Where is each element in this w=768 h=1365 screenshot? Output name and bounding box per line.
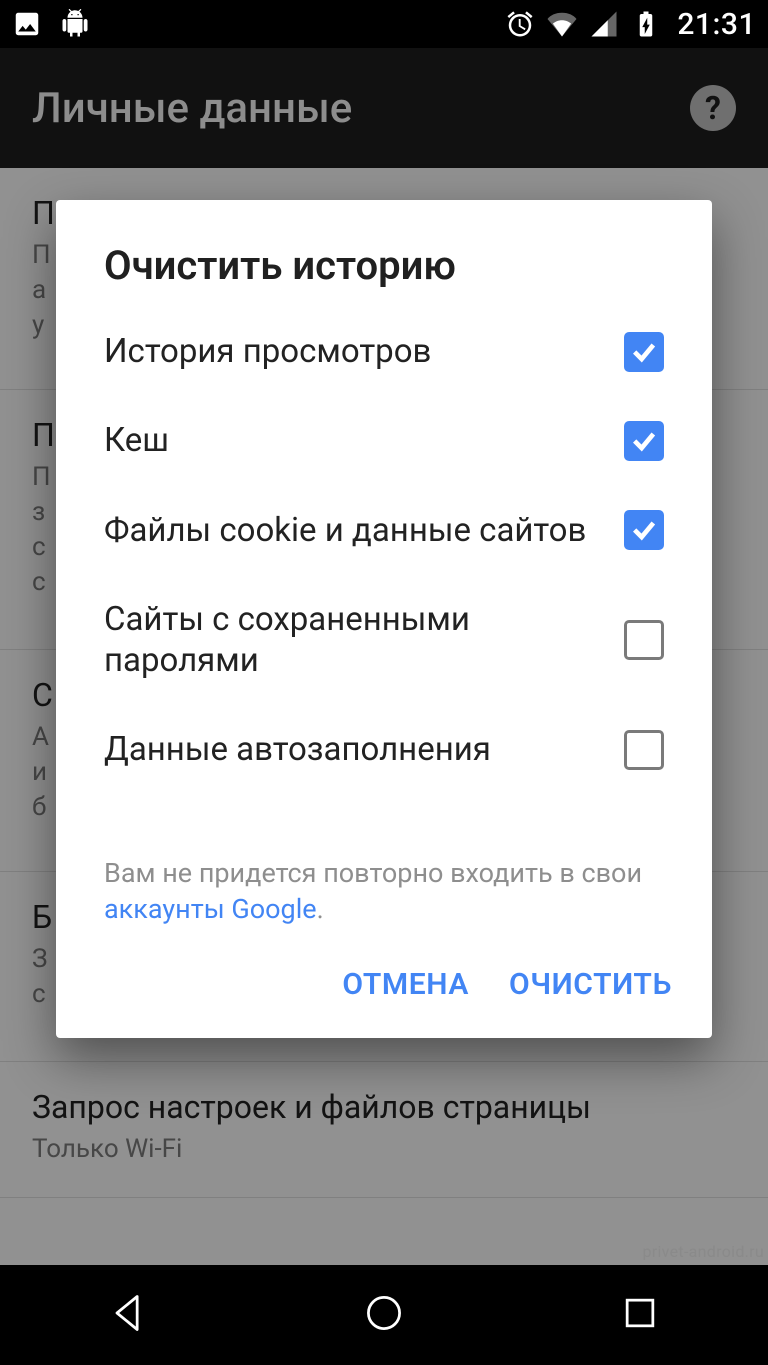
option-browsing-history[interactable]: История просмотров (104, 307, 664, 396)
android-icon (60, 9, 90, 39)
option-label: Сайты с сохраненными паролями (104, 599, 600, 682)
wifi-icon (547, 9, 577, 39)
recent-apps-button[interactable] (618, 1291, 662, 1339)
clear-history-dialog: Очистить историю История просмотров Кеш … (56, 200, 712, 1038)
image-icon (12, 9, 42, 39)
cancel-button[interactable]: ОТМЕНА (342, 967, 469, 1002)
app-bar: Личные данные ? (0, 48, 768, 168)
status-time: 21:31 (677, 7, 756, 42)
help-button[interactable]: ? (690, 85, 736, 131)
dialog-footer-text: Вам не придется повторно входить в свои … (56, 795, 712, 940)
cellular-icon (589, 9, 619, 39)
help-icon: ? (690, 85, 736, 131)
battery-charging-icon (631, 9, 661, 39)
status-bar: 21:31 (0, 0, 768, 48)
option-cookies[interactable]: Файлы cookie и данные сайтов (104, 486, 664, 575)
option-cache[interactable]: Кеш (104, 396, 664, 485)
alarm-icon (505, 9, 535, 39)
home-button[interactable] (362, 1291, 406, 1339)
checkbox[interactable] (624, 730, 664, 770)
option-saved-passwords[interactable]: Сайты с сохраненными паролями (104, 575, 664, 706)
back-button[interactable] (106, 1291, 150, 1339)
google-accounts-link[interactable]: аккаунты Google (104, 893, 317, 925)
checkbox[interactable] (624, 332, 664, 372)
navigation-bar (0, 1265, 768, 1365)
clear-button[interactable]: ОЧИСТИТЬ (509, 967, 672, 1002)
checkbox[interactable] (624, 510, 664, 550)
option-label: История просмотров (104, 331, 600, 372)
watermark: privet-android.ru (642, 1242, 764, 1261)
checkbox[interactable] (624, 620, 664, 660)
option-label: Файлы cookie и данные сайтов (104, 510, 600, 551)
option-label: Данные автозаполнения (104, 729, 600, 770)
option-label: Кеш (104, 420, 600, 461)
page-title: Личные данные (32, 84, 352, 133)
option-autofill[interactable]: Данные автозаполнения (104, 705, 664, 794)
checkbox[interactable] (624, 421, 664, 461)
dialog-title: Очистить историю (56, 242, 712, 297)
